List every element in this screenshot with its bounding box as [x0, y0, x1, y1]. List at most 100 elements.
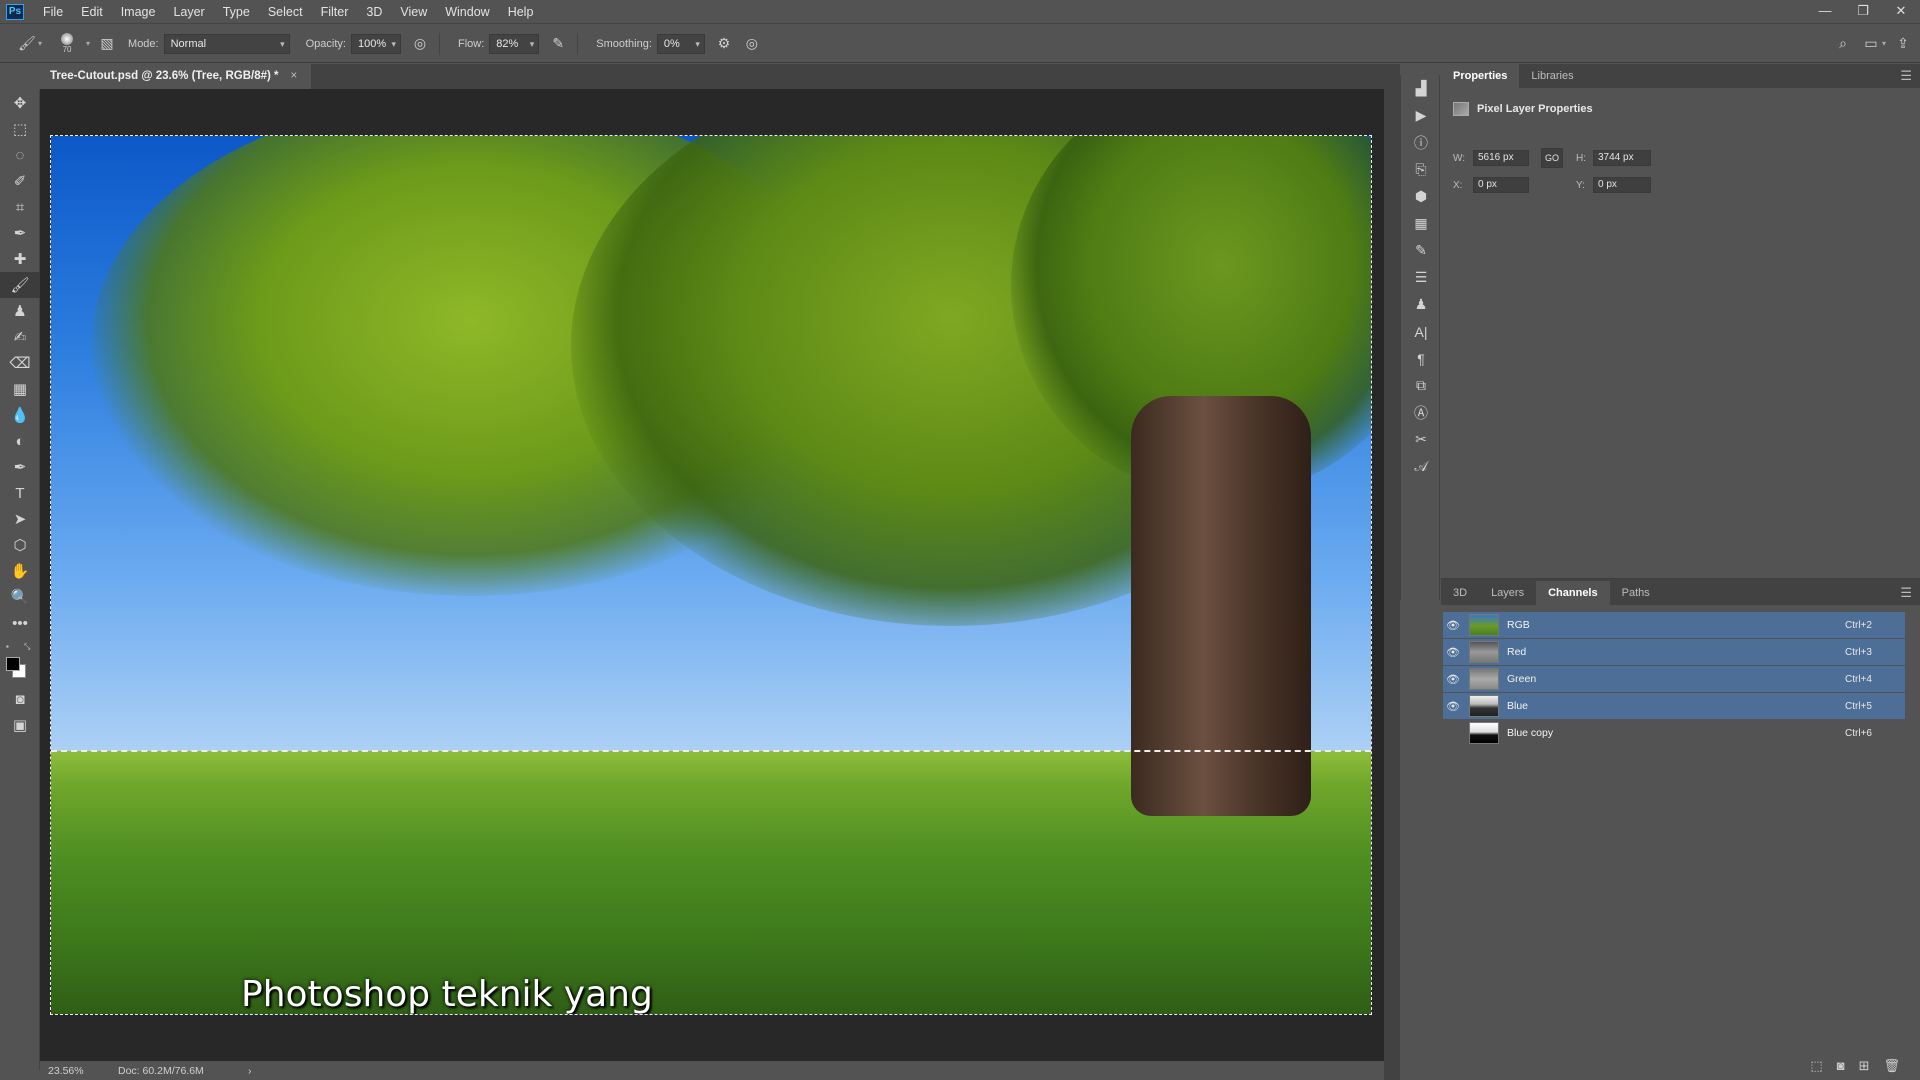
pressure-size-icon[interactable]: ◎ [741, 33, 763, 55]
minimize-button[interactable]: — [1806, 0, 1844, 24]
link-dimensions-button[interactable]: GO [1541, 148, 1563, 168]
type-tool-icon[interactable]: T [0, 480, 40, 506]
pen-tool-icon[interactable]: ✒ [0, 454, 40, 480]
zoom-tool-icon[interactable]: 🔍 [0, 584, 40, 610]
height-field[interactable]: 3744 px [1593, 150, 1651, 166]
brush-tool-icon[interactable]: 🖌 [0, 272, 40, 298]
character-icon[interactable]: A| [1401, 318, 1441, 345]
channel-row-red[interactable]: 👁 Red Ctrl+3 [1443, 639, 1905, 665]
menu-view[interactable]: View [391, 0, 436, 24]
channel-row-green[interactable]: 👁 Green Ctrl+4 [1443, 666, 1905, 692]
tab-paths[interactable]: Paths [1610, 581, 1662, 605]
marquee-tool-icon[interactable]: ⬚ [0, 116, 40, 142]
panel-menu-icon[interactable]: ☰ [1900, 581, 1912, 605]
foreground-color-swatch[interactable] [6, 657, 20, 671]
zoom-level[interactable]: 23.56% [48, 1065, 118, 1077]
tool-presets-icon[interactable]: ✂ [1401, 426, 1441, 453]
blur-tool-icon[interactable]: 💧 [0, 402, 40, 428]
save-selection-icon[interactable]: ◙ [1837, 1058, 1845, 1074]
brush-tool-icon[interactable]: 🖌 [16, 33, 38, 55]
histogram-icon[interactable]: ▟ [1401, 75, 1441, 102]
gradient-tool-icon[interactable]: ▦ [0, 376, 40, 402]
dodge-tool-icon[interactable]: ◐ [0, 428, 40, 454]
hand-tool-icon[interactable]: ✋ [0, 558, 40, 584]
menu-filter[interactable]: Filter [312, 0, 358, 24]
smoothing-input[interactable]: 0% ▾ [656, 33, 705, 54]
character-styles-icon[interactable]: ⧉ [1401, 372, 1441, 399]
quick-selection-tool-icon[interactable]: ✐ [0, 168, 40, 194]
status-menu-arrow-icon[interactable]: › [248, 1065, 252, 1077]
canvas-area[interactable]: Photoshop teknik yang [40, 89, 1384, 1061]
3d-icon[interactable]: ⬢ [1401, 183, 1441, 210]
menu-file[interactable]: File [34, 0, 72, 24]
close-tab-icon[interactable]: × [291, 70, 298, 82]
gear-icon[interactable]: ⚙ [713, 33, 735, 55]
adjustments-icon[interactable]: ☰ [1401, 264, 1441, 291]
shape-tool-icon[interactable]: ⬡ [0, 532, 40, 558]
opacity-input[interactable]: 100% ▾ [350, 33, 401, 54]
panel-menu-icon[interactable]: ☰ [1900, 64, 1912, 88]
search-icon[interactable]: ⌕ [1832, 33, 1854, 55]
workspace-icon[interactable]: ▭ [1860, 33, 1882, 55]
screen-mode-icon[interactable]: ▣ [0, 712, 40, 738]
width-field[interactable]: 5616 px [1473, 150, 1529, 166]
paragraph-styles-icon[interactable]: 𝒜 [1401, 453, 1441, 480]
brush-preset-picker[interactable]: 70 [54, 33, 80, 54]
brushes-icon[interactable]: ✎ [1401, 237, 1441, 264]
flow-input[interactable]: 82% ▾ [489, 33, 540, 54]
eraser-tool-icon[interactable]: ⌫ [0, 350, 40, 376]
menu-edit[interactable]: Edit [72, 0, 112, 24]
clone-source-icon[interactable]: ♟ [1401, 291, 1441, 318]
tab-channels[interactable]: Channels [1536, 581, 1610, 605]
quick-mask-icon[interactable]: ◙ [0, 686, 40, 712]
menu-image[interactable]: Image [112, 0, 165, 24]
channel-row-blue-copy[interactable]: · Blue copy Ctrl+6 [1443, 720, 1905, 746]
menu-3d[interactable]: 3D [357, 0, 391, 24]
x-field[interactable]: 0 px [1473, 177, 1529, 193]
share-icon[interactable]: ⇪ [1892, 33, 1914, 55]
new-channel-icon[interactable]: ⊞ [1859, 1058, 1870, 1074]
visibility-toggle[interactable]: · [1443, 727, 1463, 739]
actions-play-icon[interactable]: ▶ [1401, 102, 1441, 129]
path-selection-tool-icon[interactable]: ➤ [0, 506, 40, 532]
mode-select[interactable]: Normal ▾ [163, 33, 290, 54]
menu-window[interactable]: Window [436, 0, 498, 24]
channel-row-blue[interactable]: 👁 Blue Ctrl+5 [1443, 693, 1905, 719]
restore-button[interactable]: ❐ [1844, 0, 1882, 24]
channel-row-rgb[interactable]: 👁 RGB Ctrl+2 [1443, 612, 1905, 638]
lasso-tool-icon[interactable]: ◌ [0, 142, 40, 168]
tab-properties[interactable]: Properties [1441, 64, 1520, 88]
move-tool-icon[interactable]: ✥ [0, 90, 40, 116]
history-icon[interactable]: ⎘ [1401, 156, 1441, 183]
tab-layers[interactable]: Layers [1479, 581, 1536, 605]
menu-help[interactable]: Help [499, 0, 543, 24]
document-tab[interactable]: Tree-Cutout.psd @ 23.6% (Tree, RGB/8#) *… [40, 64, 312, 89]
brush-picker-chevron-icon[interactable]: ▾ [86, 39, 90, 48]
swap-colors-icon[interactable]: ⤡ [24, 642, 30, 652]
visibility-eye-icon[interactable]: 👁 [1443, 646, 1463, 659]
brush-settings-panel-icon[interactable]: ▧ [96, 33, 118, 55]
menu-select[interactable]: Select [259, 0, 312, 24]
paragraph-icon[interactable]: ¶ [1401, 345, 1441, 372]
info-icon[interactable]: ⓘ [1401, 129, 1441, 156]
pressure-opacity-icon[interactable]: ◎ [409, 33, 431, 55]
eyedropper-tool-icon[interactable]: ✒ [0, 220, 40, 246]
delete-channel-icon[interactable]: 🗑 [1883, 1058, 1900, 1074]
more-tools-icon[interactable]: ••• [0, 610, 40, 636]
menu-type[interactable]: Type [214, 0, 259, 24]
airbrush-icon[interactable]: ✎ [547, 33, 569, 55]
tab-libraries[interactable]: Libraries [1519, 64, 1585, 88]
history-brush-tool-icon[interactable]: ✍ [0, 324, 40, 350]
swatches-icon[interactable]: ▦ [1401, 210, 1441, 237]
default-colors-icon[interactable]: ▪ [6, 642, 9, 651]
visibility-eye-icon[interactable]: 👁 [1443, 700, 1463, 713]
healing-brush-tool-icon[interactable]: ✚ [0, 246, 40, 272]
tab-3d[interactable]: 3D [1441, 581, 1479, 605]
visibility-eye-icon[interactable]: 👁 [1443, 619, 1463, 632]
close-button[interactable]: ✕ [1882, 0, 1920, 24]
clone-stamp-tool-icon[interactable]: ♟ [0, 298, 40, 324]
glyphs-icon[interactable]: Ⓐ [1401, 399, 1441, 426]
tool-preset-chevron-icon[interactable]: ▾ [38, 39, 42, 48]
crop-tool-icon[interactable]: ⌗ [0, 194, 40, 220]
load-selection-icon[interactable]: ⬚ [1810, 1058, 1822, 1074]
